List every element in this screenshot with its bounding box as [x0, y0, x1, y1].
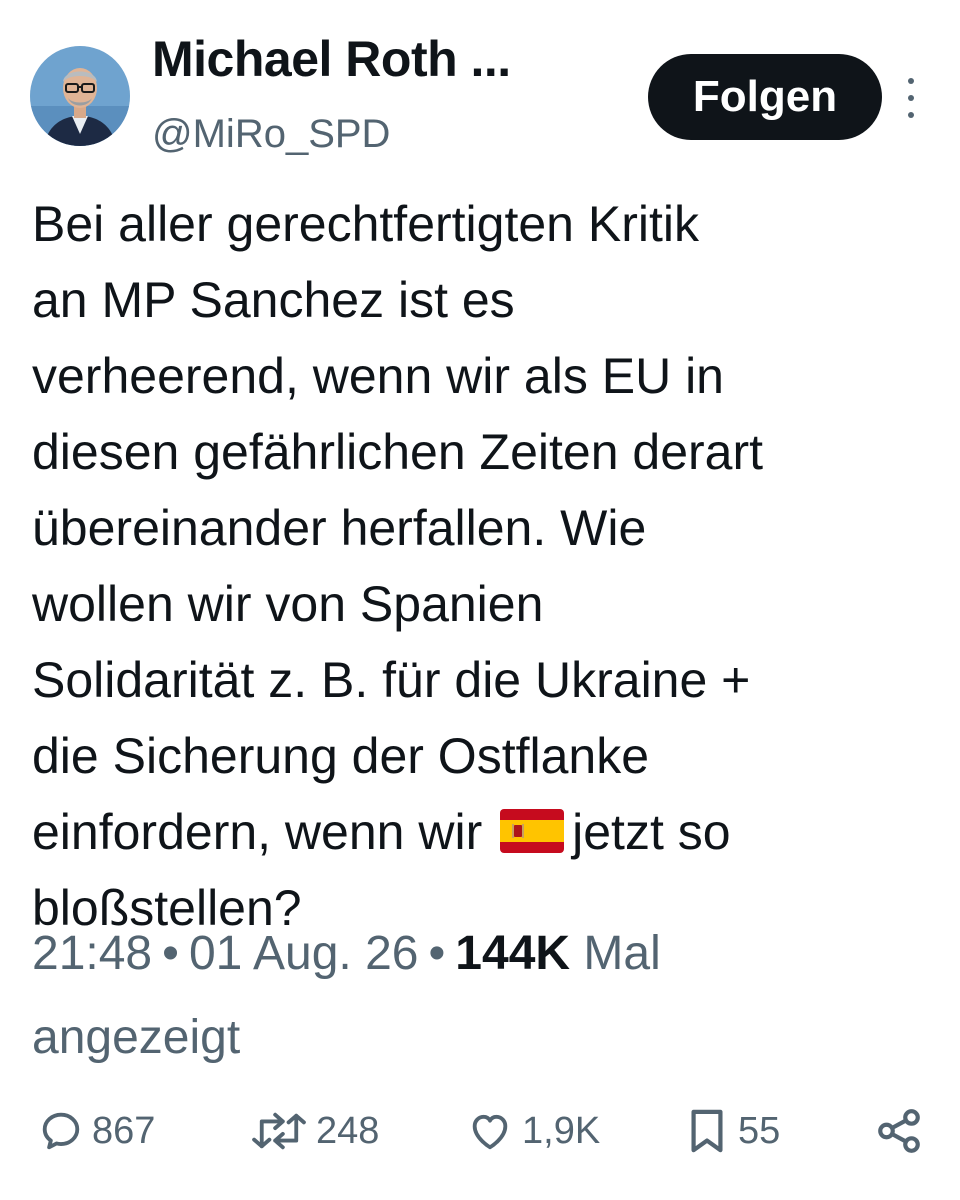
- follow-button[interactable]: Folgen: [648, 54, 882, 140]
- reply-count: 867: [92, 1109, 156, 1152]
- action-bar: 867 248 1,9K 55: [38, 1098, 928, 1164]
- repost-button[interactable]: 248: [250, 1098, 379, 1164]
- tweet-text: Bei aller gerechtfertigten Kritik an MP …: [32, 186, 942, 946]
- more-options-icon[interactable]: [898, 78, 924, 118]
- like-count: 1,9K: [522, 1109, 601, 1152]
- tweet-line-part: jetzt so: [572, 804, 731, 860]
- avatar-image: [30, 46, 130, 146]
- tweet-line-with-emoji: einfordern, wenn wir jetzt so: [32, 794, 942, 870]
- like-button[interactable]: 1,9K: [466, 1098, 600, 1164]
- tweet-meta: 21:48 • 01 Aug. 26 • 144K Mal angezeigt: [32, 912, 932, 1080]
- heart-icon: [466, 1108, 514, 1154]
- more-dot: [908, 112, 914, 118]
- author-handle[interactable]: @MiRo_SPD: [152, 112, 390, 157]
- bookmark-button[interactable]: 55: [684, 1098, 780, 1164]
- tweet-line: Solidarität z. B. für die Ukraine +: [32, 652, 751, 708]
- bookmark-count: 55: [738, 1109, 781, 1152]
- more-dot: [908, 78, 914, 84]
- more-dot: [908, 95, 914, 101]
- views-count[interactable]: 144K: [455, 927, 570, 980]
- views-label-2: angezeigt: [32, 1011, 241, 1064]
- author-display-name[interactable]: Michael Roth ...: [152, 30, 511, 88]
- bookmark-icon: [684, 1106, 730, 1156]
- tweet-view: Michael Roth ... @MiRo_SPD Folgen Bei al…: [0, 0, 960, 1200]
- tweet-line: diesen gefährlichen Zeiten derart: [32, 424, 764, 480]
- separator-dot: •: [428, 927, 446, 980]
- avatar[interactable]: [30, 46, 130, 146]
- tweet-line-part: einfordern, wenn wir: [32, 804, 483, 860]
- reply-icon: [38, 1108, 84, 1154]
- tweet-line: an MP Sanchez ist es: [32, 272, 515, 328]
- separator-dot: •: [162, 927, 179, 980]
- tweet-line: Bei aller gerechtfertigten Kritik: [32, 196, 699, 252]
- tweet-line: wollen wir von Spanien: [32, 576, 544, 632]
- share-icon: [874, 1106, 924, 1156]
- tweet-line: die Sicherung der Ostflanke: [32, 728, 650, 784]
- tweet-date[interactable]: 01 Aug. 26: [189, 927, 419, 980]
- reply-button[interactable]: 867: [38, 1098, 155, 1164]
- tweet-line: übereinander herfallen. Wie: [32, 500, 647, 556]
- repost-count: 248: [316, 1109, 380, 1152]
- spain-flag-emoji: [500, 809, 565, 853]
- share-button[interactable]: [874, 1098, 924, 1164]
- tweet-time[interactable]: 21:48: [32, 927, 152, 980]
- repost-icon: [250, 1108, 308, 1154]
- views-label: Mal: [583, 927, 661, 980]
- tweet-line: verheerend, wenn wir als EU in: [32, 348, 724, 404]
